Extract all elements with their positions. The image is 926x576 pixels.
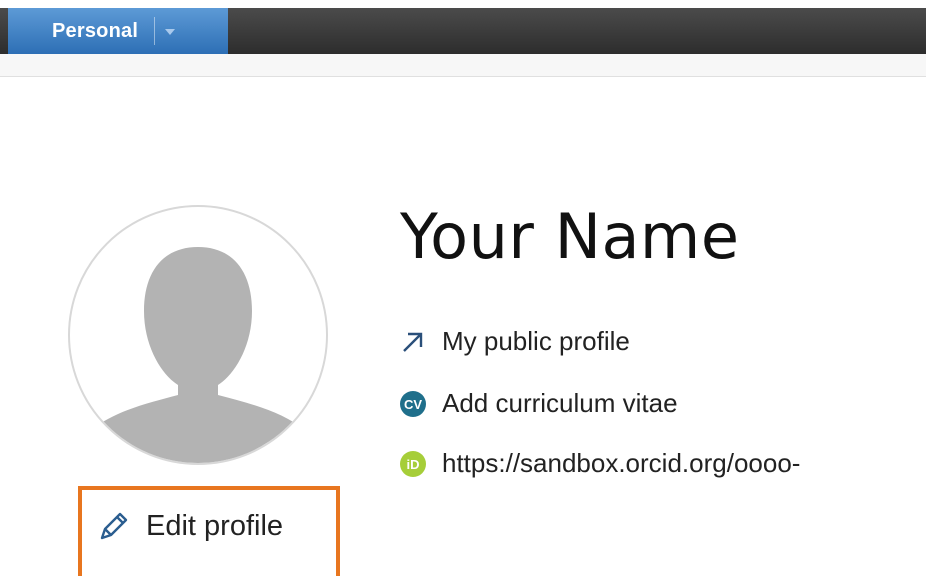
public-profile-link[interactable]: My public profile xyxy=(398,326,630,357)
cv-icon: CV xyxy=(398,389,428,419)
orcid-link[interactable]: iD https://sandbox.orcid.org/oooo- xyxy=(398,448,800,479)
tab-separator xyxy=(154,17,156,45)
external-arrow-icon xyxy=(398,327,428,357)
svg-text:iD: iD xyxy=(407,457,420,472)
add-cv-link[interactable]: CV Add curriculum vitae xyxy=(398,388,678,419)
orcid-url-label: https://sandbox.orcid.org/oooo- xyxy=(442,448,801,478)
tab-personal-label: Personal xyxy=(52,19,139,42)
person-silhouette-icon xyxy=(90,247,306,463)
public-profile-label: My public profile xyxy=(442,326,630,356)
sub-navigation-bar xyxy=(0,54,926,77)
pencil-icon xyxy=(94,506,134,546)
svg-text:CV: CV xyxy=(404,397,422,412)
tab-personal[interactable]: Personal xyxy=(8,8,228,54)
dropdown-caret-icon[interactable] xyxy=(165,29,176,35)
edit-profile-button[interactable]: Edit profile xyxy=(94,506,283,546)
orcid-icon: iD xyxy=(398,449,428,479)
add-cv-label: Add curriculum vitae xyxy=(442,388,678,418)
profile-name: Your Name xyxy=(400,200,740,273)
avatar xyxy=(68,205,328,465)
edit-profile-label: Edit profile xyxy=(146,509,284,542)
